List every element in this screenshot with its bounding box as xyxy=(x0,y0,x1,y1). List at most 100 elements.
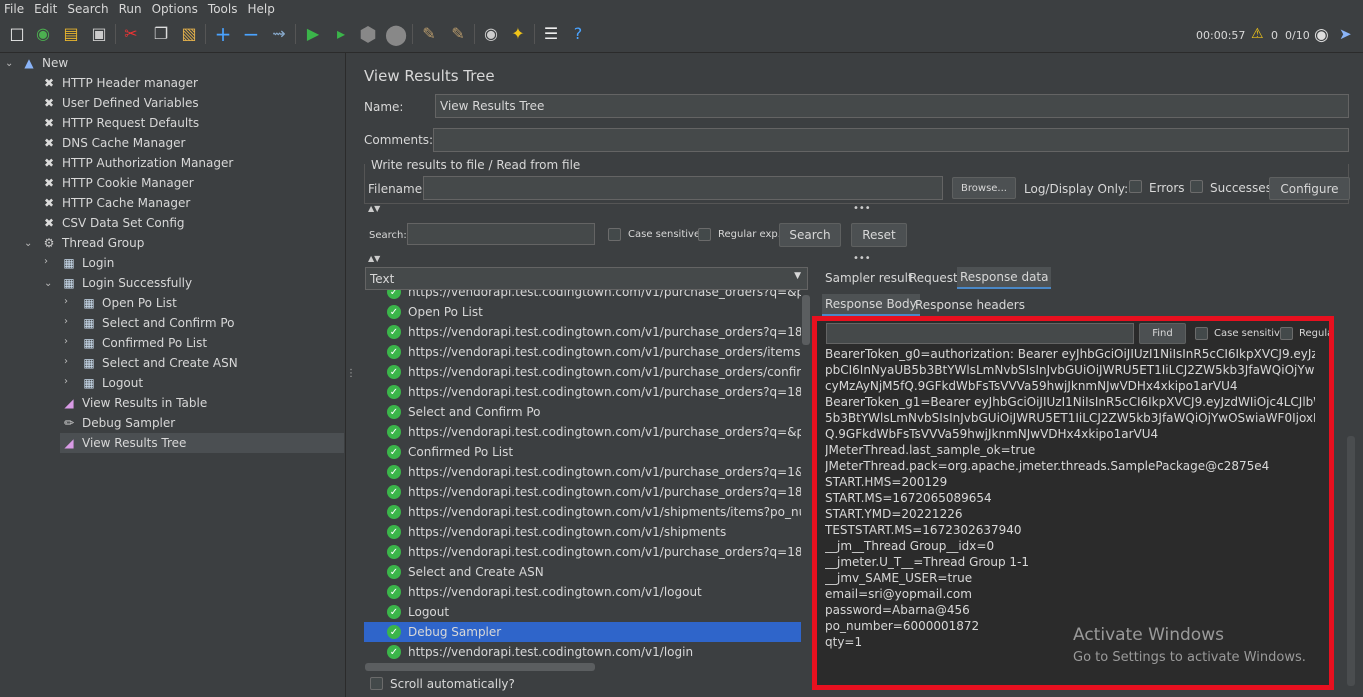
chevron-right-icon[interactable]: › xyxy=(64,356,68,367)
tree-item[interactable]: ✖ CSV Data Set Config xyxy=(40,213,185,233)
binoculars-icon[interactable]: ◉ xyxy=(480,23,502,45)
help-icon[interactable]: ? xyxy=(567,23,589,45)
reset-button[interactable]: Reset xyxy=(851,223,907,247)
chevron-right-icon[interactable]: › xyxy=(64,296,68,307)
tree-listener[interactable]: ✏ Debug Sampler xyxy=(60,413,175,433)
menu-file[interactable]: File xyxy=(0,2,30,16)
list-item[interactable]: ✓ https://vendorapi.test.codingtown.com/v… xyxy=(364,642,801,662)
tree-root[interactable]: ▲ New xyxy=(20,53,68,73)
list-item[interactable]: ✓ Open Po List xyxy=(364,302,801,322)
tree-item[interactable]: ✖ HTTP Request Defaults xyxy=(40,113,199,133)
case-sensitive-checkbox[interactable] xyxy=(608,228,621,241)
filename-field[interactable] xyxy=(423,176,943,200)
tree-item[interactable]: ✖ DNS Cache Manager xyxy=(40,133,185,153)
copy-icon[interactable]: ❐ xyxy=(150,23,172,45)
list-item[interactable]: ✓ https://vendorapi.test.codingtown.com/v… xyxy=(364,482,801,502)
tree-sub-item[interactable]: ▦ Open Po List xyxy=(80,293,176,313)
list-hscrollbar[interactable] xyxy=(365,663,595,671)
chevron-down-icon[interactable]: ⌄ xyxy=(44,278,52,289)
tree-thread-group[interactable]: ⚙ Thread Group xyxy=(40,233,145,253)
chevron-down-icon[interactable]: ⌄ xyxy=(24,238,32,249)
renderer-select[interactable]: Text ▼ xyxy=(365,267,808,290)
tree-item[interactable]: ✖ HTTP Authorization Manager xyxy=(40,153,233,173)
list-item[interactable]: ✓ https://vendorapi.test.codingtown.com/v… xyxy=(364,342,801,362)
collapse-arrows-icon[interactable]: ▲▼ xyxy=(368,204,380,213)
list-item[interactable]: ✓ https://vendorapi.test.codingtown.com/v… xyxy=(364,522,801,542)
tree-sub-item[interactable]: ▦ Select and Confirm Po xyxy=(80,313,234,333)
templates-icon[interactable]: ◉ xyxy=(32,23,54,45)
expand-icon[interactable]: + xyxy=(212,23,234,45)
clear-icon[interactable]: ✎ xyxy=(418,23,440,45)
list-item[interactable]: ✓ https://vendorapi.test.codingtown.com/v… xyxy=(364,290,801,302)
new-icon[interactable]: □ xyxy=(6,23,28,45)
list-item[interactable]: ✓ https://vendorapi.test.codingtown.com/v… xyxy=(364,502,801,522)
toggle-icon[interactable]: ⇝ xyxy=(268,23,290,45)
list-item[interactable]: ✓ Confirmed Po List xyxy=(364,442,801,462)
successes-checkbox[interactable] xyxy=(1190,180,1203,193)
chevron-right-icon[interactable]: › xyxy=(44,256,48,267)
chevron-right-icon[interactable]: › xyxy=(64,316,68,327)
tree-item[interactable]: ✖ User Defined Variables xyxy=(40,93,199,113)
list-item[interactable]: ✓ https://vendorapi.test.codingtown.com/v… xyxy=(364,582,801,602)
list-scrollbar[interactable] xyxy=(802,295,810,345)
tree-sub-item[interactable]: ▦ Confirmed Po List xyxy=(80,333,207,353)
broom-icon[interactable]: ✦ xyxy=(507,23,529,45)
tree-sub-item[interactable]: ▦ Select and Create ASN xyxy=(80,353,237,373)
list-item[interactable]: ✓ https://vendorapi.test.codingtown.com/v… xyxy=(364,462,801,482)
menu-search[interactable]: Search xyxy=(63,2,114,16)
menu-tools[interactable]: Tools xyxy=(204,2,244,16)
chevron-right-icon[interactable]: › xyxy=(64,376,68,387)
warning-icon[interactable]: ⚠ xyxy=(1251,26,1264,42)
paste-icon[interactable]: ▧ xyxy=(178,23,200,45)
tab-sampler-result[interactable]: Sampler result xyxy=(822,267,916,289)
tree-item[interactable]: ✖ HTTP Header manager xyxy=(40,73,198,93)
tab-request[interactable]: Request xyxy=(906,267,961,289)
menu-edit[interactable]: Edit xyxy=(30,2,63,16)
menu-options[interactable]: Options xyxy=(148,2,204,16)
chevron-right-icon[interactable]: › xyxy=(64,336,68,347)
function-helper-icon[interactable]: ☰ xyxy=(540,23,562,45)
shutdown-icon[interactable]: ⬤ xyxy=(385,23,407,45)
list-item[interactable]: ✓ Debug Sampler xyxy=(364,622,801,642)
list-item[interactable]: ✓ https://vendorapi.test.codingtown.com/v… xyxy=(364,422,801,442)
cut-icon[interactable]: ✂ xyxy=(120,23,142,45)
stop-icon[interactable]: ⬢ xyxy=(357,23,379,45)
response-scrollbar[interactable] xyxy=(1347,436,1355,686)
errors-checkbox[interactable] xyxy=(1129,180,1142,193)
browse-button[interactable]: Browse... xyxy=(952,177,1016,199)
splitter-dots-icon[interactable]: ••• xyxy=(853,203,871,214)
list-item[interactable]: ✓ https://vendorapi.test.codingtown.com/v… xyxy=(364,542,801,562)
tree-login[interactable]: ▦ Login xyxy=(60,253,114,273)
start-no-pause-icon[interactable]: ▸ xyxy=(330,23,352,45)
chevron-down-icon[interactable]: ⌄ xyxy=(5,58,13,69)
name-field[interactable]: View Results Tree xyxy=(435,94,1349,118)
list-item[interactable]: ✓ https://vendorapi.test.codingtown.com/v… xyxy=(364,322,801,342)
configure-button[interactable]: Configure xyxy=(1269,177,1350,200)
list-item[interactable]: ✓ Logout xyxy=(364,602,801,622)
tree-sub-item[interactable]: ▦ Logout xyxy=(80,373,143,393)
save-icon[interactable]: ▣ xyxy=(88,23,110,45)
collapse-arrows-icon[interactable]: ▲▼ xyxy=(368,254,380,263)
tree-item[interactable]: ✖ HTTP Cache Manager xyxy=(40,193,190,213)
menu-run[interactable]: Run xyxy=(115,2,148,16)
tab-response-data[interactable]: Response data xyxy=(957,267,1052,289)
list-item[interactable]: ✓ Select and Create ASN xyxy=(364,562,801,582)
tree-item[interactable]: ✖ HTTP Cookie Manager xyxy=(40,173,194,193)
list-item[interactable]: ✓ https://vendorapi.test.codingtown.com/v… xyxy=(364,362,801,382)
list-item[interactable]: ✓ Select and Confirm Po xyxy=(364,402,801,422)
tree-listener[interactable]: ◢ View Results in Table xyxy=(60,393,207,413)
tree-login-successfully[interactable]: ▦ Login Successfully xyxy=(60,273,192,293)
open-icon[interactable]: ▤ xyxy=(60,23,82,45)
collapse-icon[interactable]: − xyxy=(240,23,262,45)
clear-all-icon[interactable]: ✎ xyxy=(447,23,469,45)
splitter-handle[interactable]: ⋮ xyxy=(346,368,356,379)
splitter-dots-icon[interactable]: ••• xyxy=(853,253,871,264)
search-button[interactable]: Search xyxy=(779,223,841,247)
list-item[interactable]: ✓ https://vendorapi.test.codingtown.com/v… xyxy=(364,382,801,402)
tab-response-headers[interactable]: Response headers xyxy=(912,294,1028,316)
scroll-auto-checkbox[interactable] xyxy=(370,677,383,690)
tab-response-body[interactable]: Response Body xyxy=(822,294,920,316)
menu-help[interactable]: Help xyxy=(243,2,280,16)
regular-exp-checkbox[interactable] xyxy=(698,228,711,241)
tree-listener-selected[interactable]: ◢ View Results Tree xyxy=(60,433,344,453)
